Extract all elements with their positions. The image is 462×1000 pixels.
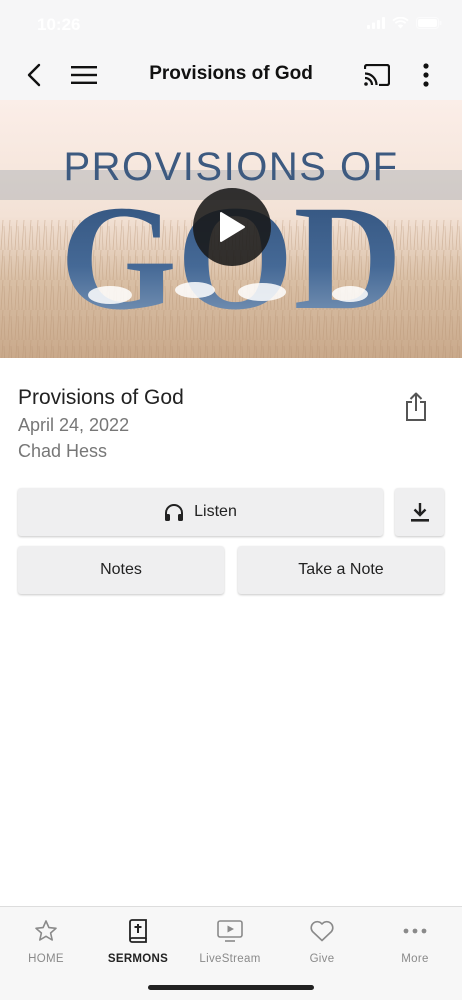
status-bar: 10:26 xyxy=(0,0,462,50)
star-icon xyxy=(34,917,58,945)
tab-label: SERMONS xyxy=(107,953,169,965)
tab-sermons[interactable]: SERMONS xyxy=(92,917,184,973)
sermon-title: Provisions of God xyxy=(18,386,184,409)
wifi-icon xyxy=(392,17,409,29)
play-button[interactable] xyxy=(193,188,271,266)
menu-button[interactable] xyxy=(64,55,104,95)
hamburger-icon xyxy=(71,66,97,84)
page-title: Provisions of God xyxy=(149,63,313,84)
tab-label: LiveStream xyxy=(199,953,261,965)
headphones-icon xyxy=(164,503,184,521)
notes-label: Notes xyxy=(100,561,142,578)
status-icons xyxy=(367,17,442,29)
play-icon xyxy=(220,212,245,242)
nav-bar: Provisions of God xyxy=(0,50,462,100)
listen-label: Listen xyxy=(194,503,237,520)
tab-more[interactable]: More xyxy=(369,917,461,973)
sermon-date: April 24, 2022 xyxy=(18,415,130,435)
ellipsis-icon xyxy=(403,917,427,945)
tab-label: More xyxy=(401,953,429,965)
signal-icon xyxy=(367,17,385,29)
vertical-ellipsis-icon xyxy=(423,63,429,87)
heart-icon xyxy=(309,917,335,945)
status-time: 10:26 xyxy=(37,15,81,34)
tab-label: HOME xyxy=(28,953,64,965)
download-icon xyxy=(410,503,429,522)
tab-livestream[interactable]: LiveStream xyxy=(184,917,276,973)
more-options-button[interactable] xyxy=(406,55,446,95)
sermon-speaker: Chad Hess xyxy=(18,441,108,461)
sermon-video-thumbnail[interactable]: PROVISIONS OF GOD xyxy=(0,100,462,358)
home-indicator xyxy=(148,985,314,990)
share-icon xyxy=(406,392,426,421)
cast-icon xyxy=(364,64,390,86)
back-button[interactable] xyxy=(14,55,54,95)
sermon-info: Provisions of God April 24, 2022 Chad He… xyxy=(18,384,388,464)
video-play-icon xyxy=(217,917,243,945)
chevron-left-icon xyxy=(27,63,41,87)
notes-button[interactable]: Notes xyxy=(18,546,224,594)
listen-button[interactable]: Listen xyxy=(18,488,383,536)
cast-button[interactable] xyxy=(357,55,397,95)
share-button[interactable] xyxy=(398,388,434,426)
battery-icon xyxy=(416,17,442,29)
bible-icon xyxy=(128,917,148,945)
tab-give[interactable]: Give xyxy=(276,917,368,973)
download-button[interactable] xyxy=(395,488,444,536)
tab-label: Give xyxy=(309,953,335,965)
tab-home[interactable]: HOME xyxy=(0,917,92,973)
take-a-note-button[interactable]: Take a Note xyxy=(238,546,444,594)
take-a-note-label: Take a Note xyxy=(298,561,384,578)
